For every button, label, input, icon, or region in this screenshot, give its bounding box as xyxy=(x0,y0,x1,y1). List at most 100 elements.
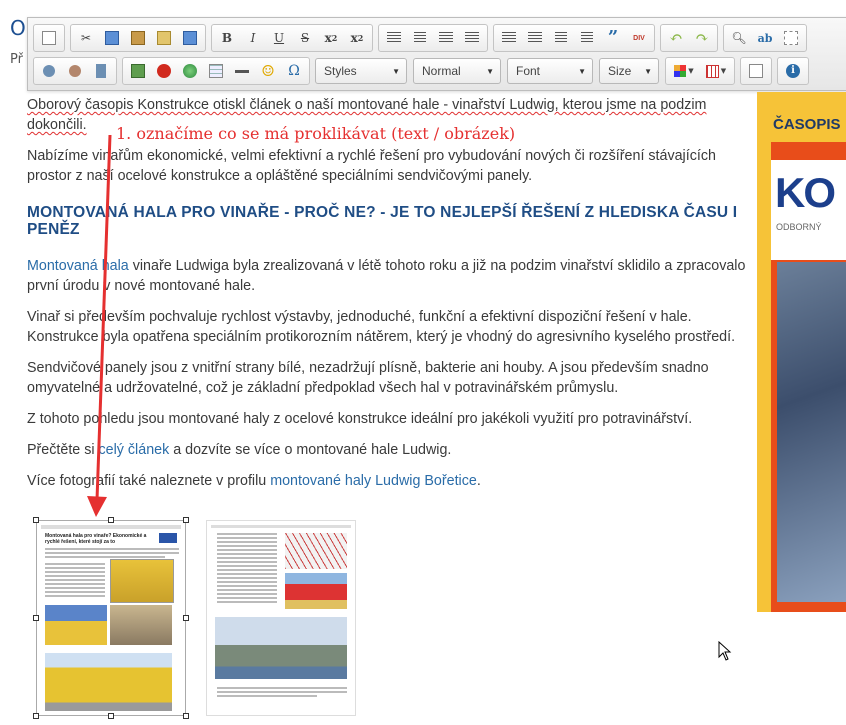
resize-handle-nw[interactable] xyxy=(33,517,39,523)
about-button[interactable]: i xyxy=(781,59,805,83)
copy-button[interactable] xyxy=(100,26,124,50)
link-cely-clanek[interactable]: celý článek xyxy=(99,442,170,458)
article-thumbnail-1[interactable]: Montovaná hala pro vinaře? Ekonomické a … xyxy=(36,520,186,716)
toolbar-group-basic-styles: B I U S x2 x2 xyxy=(211,24,373,52)
smiley-button[interactable]: ☺ xyxy=(256,59,280,83)
link-montovana-hala[interactable]: Montovaná hala xyxy=(27,258,129,274)
superscript-button[interactable]: x2 xyxy=(345,26,369,50)
thumbnail-text-line xyxy=(217,585,277,587)
editor-content[interactable]: Oborový časopis Konstrukce otiskl článek… xyxy=(27,95,747,502)
table-insert-button[interactable]: ▼ xyxy=(701,59,731,83)
horizontal-line-button[interactable] xyxy=(230,59,254,83)
magnifier-icon: 🔍︎ xyxy=(731,31,747,45)
superscript-x: x xyxy=(350,31,358,45)
find-button[interactable]: 🔍︎ xyxy=(727,26,751,50)
resize-handle-sw[interactable] xyxy=(33,713,39,719)
redo-button[interactable]: ↷ xyxy=(690,26,714,50)
paragraph-realization: Montovaná hala vinaře Ludwiga byla zreal… xyxy=(27,256,747,296)
thumbnail-text-line xyxy=(45,575,105,577)
magazine-panel[interactable]: ČASOPIS KO ODBORNÝ xyxy=(757,92,846,612)
bulleted-list-icon xyxy=(528,32,542,44)
underline-button[interactable]: U xyxy=(267,26,291,50)
resize-handle-w[interactable] xyxy=(33,615,39,621)
magazine-cover-photo xyxy=(777,262,846,602)
outdent-icon xyxy=(555,32,567,44)
create-div-button[interactable]: DIV xyxy=(627,26,651,50)
toolbar-group-links xyxy=(33,57,117,85)
image-button[interactable] xyxy=(126,59,150,83)
thumbnail-text-line xyxy=(45,571,105,573)
resize-handle-s[interactable] xyxy=(108,713,114,719)
resize-handle-se[interactable] xyxy=(183,713,189,719)
info-icon: i xyxy=(786,64,800,78)
read-article-suffix: a dozvíte se více o montované hale Ludwi… xyxy=(169,442,452,458)
chevron-down-icon: ▼ xyxy=(578,66,586,76)
color-grid-icon xyxy=(674,65,687,77)
link-montovane-haly[interactable]: montované haly xyxy=(270,473,371,489)
paste-button[interactable] xyxy=(126,26,150,50)
magazine-title: ČASOPIS xyxy=(773,116,841,133)
page-subtitle-fragment: Př xyxy=(10,52,23,67)
smiley-icon: ☺ xyxy=(261,61,275,80)
annotation-note: 1. označíme co se má proklikávat (text /… xyxy=(116,124,516,143)
thumbnail-text-line xyxy=(45,595,105,597)
toolbar-group-align xyxy=(378,24,488,52)
paragraph-more-photos: Více fotografií také naleznete v profilu… xyxy=(27,471,747,491)
undo-button[interactable]: ↶ xyxy=(664,26,688,50)
flash-button[interactable] xyxy=(152,59,176,83)
resize-handle-n[interactable] xyxy=(108,517,114,523)
quote-icon: ” xyxy=(607,27,619,48)
thumbnail-photo-construction xyxy=(215,617,347,679)
format-dropdown[interactable]: Normal ▼ xyxy=(413,58,501,84)
article-thumbnail-2[interactable] xyxy=(206,520,356,716)
paste-word-button[interactable] xyxy=(178,26,202,50)
anchor-button[interactable] xyxy=(89,59,113,83)
chevron-down-icon: ▼ xyxy=(688,66,694,75)
align-justify-button[interactable] xyxy=(460,26,484,50)
font-dropdown[interactable]: Font ▼ xyxy=(507,58,593,84)
paste-text-button[interactable] xyxy=(152,26,176,50)
link-button[interactable] xyxy=(37,59,61,83)
iframe-button[interactable] xyxy=(178,59,202,83)
resize-handle-e[interactable] xyxy=(183,615,189,621)
thumbnail-text-line xyxy=(217,569,277,571)
thumbnail-text-line xyxy=(217,589,277,591)
text-color-button[interactable]: ▼ xyxy=(669,59,699,83)
subscript-index: 2 xyxy=(331,33,338,43)
resize-handle-ne[interactable] xyxy=(183,517,189,523)
thumbnail-text-line xyxy=(45,548,179,550)
special-char-button[interactable]: Ω xyxy=(282,59,306,83)
bold-button[interactable]: B xyxy=(215,26,239,50)
link-ludwig-boretice[interactable]: Ludwig Bořetice xyxy=(375,473,477,489)
paragraph-food-industry: Z tohoto pohledu jsou montované haly z o… xyxy=(27,411,693,427)
styles-dropdown[interactable]: Styles ▼ xyxy=(315,58,407,84)
numbered-list-button[interactable] xyxy=(497,26,521,50)
table-button[interactable] xyxy=(204,59,228,83)
show-blocks-button[interactable] xyxy=(744,59,768,83)
toolbar-group-undo: ↶ ↷ xyxy=(660,24,718,52)
thumbnail-text-line xyxy=(45,552,179,554)
align-right-button[interactable] xyxy=(434,26,458,50)
thumbnail-text-line xyxy=(217,573,277,575)
flash-icon xyxy=(157,64,171,78)
outdent-button[interactable] xyxy=(549,26,573,50)
align-center-button[interactable] xyxy=(408,26,432,50)
select-all-button[interactable] xyxy=(779,26,803,50)
blockquote-button[interactable]: ” xyxy=(601,26,625,50)
size-dropdown[interactable]: Size ▼ xyxy=(599,58,659,84)
italic-button[interactable]: I xyxy=(241,26,265,50)
subscript-button[interactable]: x2 xyxy=(319,26,343,50)
thumbnail-text-line xyxy=(217,593,277,595)
unlink-button[interactable] xyxy=(63,59,87,83)
cut-button[interactable]: ✂ xyxy=(74,26,98,50)
thumbnail-text-line xyxy=(217,577,277,579)
replace-button[interactable]: ab xyxy=(753,26,777,50)
strikethrough-button[interactable]: S xyxy=(293,26,317,50)
bulleted-list-button[interactable] xyxy=(523,26,547,50)
indent-button[interactable] xyxy=(575,26,599,50)
align-left-button[interactable] xyxy=(382,26,406,50)
thumbnail-text-line xyxy=(217,597,277,599)
thumbnail-photo-inside xyxy=(110,605,172,645)
source-button[interactable] xyxy=(37,26,61,50)
div-icon: DIV xyxy=(633,34,645,42)
